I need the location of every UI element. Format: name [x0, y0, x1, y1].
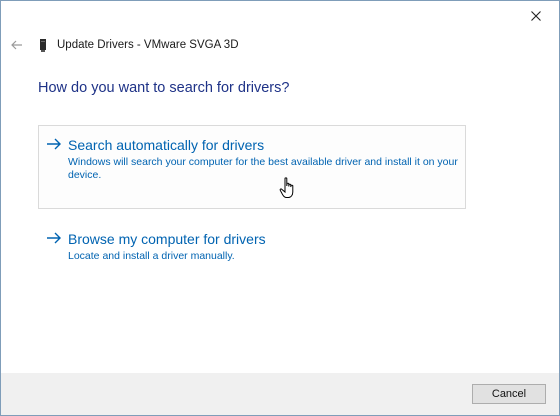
- display-adapter-icon: [39, 38, 49, 52]
- hand-pointer-cursor-icon: [279, 177, 294, 198]
- dialog-footer: Cancel: [1, 373, 559, 415]
- title-bar: Update Drivers - VMware SVGA 3D: [11, 35, 239, 55]
- browse-computer-description: Locate and install a driver manually.: [68, 250, 235, 262]
- close-icon: [531, 11, 541, 21]
- arrow-right-icon: [46, 137, 62, 155]
- search-automatically-heading: Search automatically for drivers: [68, 137, 265, 153]
- back-arrow-icon[interactable]: [11, 37, 31, 53]
- window-title: Update Drivers - VMware SVGA 3D: [57, 39, 239, 51]
- update-drivers-dialog: Update Drivers - VMware SVGA 3D How do y…: [0, 0, 560, 416]
- search-automatically-option[interactable]: Search automatically for drivers Windows…: [38, 125, 466, 209]
- close-button[interactable]: [513, 1, 559, 31]
- cancel-button[interactable]: Cancel: [472, 384, 546, 404]
- browse-computer-option[interactable]: Browse my computer for drivers Locate an…: [38, 219, 466, 269]
- search-automatically-description: Windows will search your computer for th…: [68, 156, 458, 181]
- page-heading: How do you want to search for drivers?: [38, 80, 290, 96]
- browse-computer-heading: Browse my computer for drivers: [68, 231, 266, 247]
- arrow-right-icon: [46, 231, 62, 249]
